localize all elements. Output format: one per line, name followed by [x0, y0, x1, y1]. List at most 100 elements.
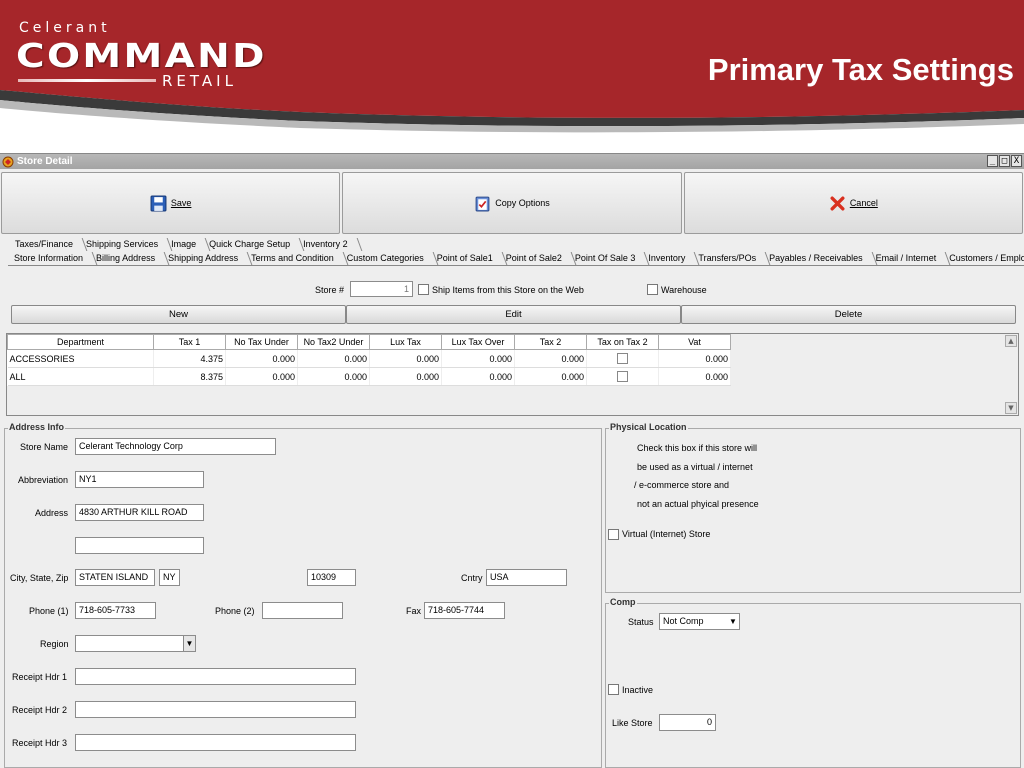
col-no-tax2-under[interactable]: No Tax2 Under — [297, 334, 370, 350]
tax-table-header: Department Tax 1 No Tax Under No Tax2 Un… — [7, 334, 731, 350]
cell-lux-tax[interactable]: 0.000 — [369, 349, 442, 368]
new-button[interactable]: New — [11, 305, 346, 324]
tab-point-of-sale3[interactable]: Point Of Sale 3 — [570, 252, 644, 265]
receipt-hdr1-field[interactable] — [75, 668, 356, 685]
tab-taxes-finance[interactable]: Taxes/Finance — [10, 238, 81, 251]
store-name-field[interactable]: Celerant Technology Corp — [75, 438, 276, 455]
like-store-label: Like Store — [612, 718, 653, 728]
region-label: Region — [40, 639, 69, 649]
cell-vat[interactable]: 0.000 — [658, 349, 731, 368]
cell-lux-tax[interactable]: 0.000 — [369, 367, 442, 386]
scroll-up-button[interactable]: ▲ — [1005, 335, 1017, 347]
phone1-label: Phone (1) — [29, 606, 69, 616]
phone2-field[interactable] — [262, 602, 343, 619]
logo-retail-text: RETAIL — [162, 72, 237, 90]
abbreviation-field[interactable]: NY1 — [75, 471, 204, 488]
save-button[interactable]: Save — [1, 172, 341, 234]
table-row[interactable]: ALL 8.375 0.000 0.000 0.000 0.000 0.000 … — [7, 367, 731, 386]
col-tax1[interactable]: Tax 1 — [153, 334, 226, 350]
receipt-hdr3-field[interactable] — [75, 734, 356, 751]
copy-options-label: Copy Options — [495, 198, 550, 208]
cell-tax1[interactable]: 8.375 — [153, 367, 226, 386]
address-line2-field[interactable] — [75, 537, 204, 554]
cell-tax-on-tax2[interactable] — [586, 349, 659, 368]
comp-title: Comp — [609, 597, 637, 607]
tabs-row-upper: Taxes/Finance Shipping Services Image Qu… — [10, 238, 356, 251]
warehouse-checkbox[interactable] — [647, 284, 658, 295]
col-lux-tax-over[interactable]: Lux Tax Over — [441, 334, 515, 350]
city-state-zip-label: City, State, Zip — [10, 573, 69, 583]
col-no-tax-under[interactable]: No Tax Under — [225, 334, 298, 350]
physical-desc-line3: / e-commerce store and — [634, 480, 730, 490]
cell-no-tax-under[interactable]: 0.000 — [225, 367, 298, 386]
copy-options-button[interactable]: Copy Options — [342, 172, 682, 234]
tab-shipping-address[interactable]: Shipping Address — [163, 252, 246, 265]
phone1-field[interactable]: 718-605-7733 — [75, 602, 156, 619]
city-field[interactable]: STATEN ISLAND — [75, 569, 155, 586]
table-row[interactable]: ACCESSORIES 4.375 0.000 0.000 0.000 0.00… — [7, 349, 731, 368]
cell-no-tax2-under[interactable]: 0.000 — [297, 367, 370, 386]
ship-from-web-checkbox[interactable] — [418, 284, 429, 295]
tab-email-internet[interactable]: Email / Internet — [871, 252, 945, 265]
cell-tax2[interactable]: 0.000 — [514, 349, 587, 368]
window-titlebar[interactable]: Store Detail _ □ X — [0, 154, 1024, 169]
tab-shipping-services[interactable]: Shipping Services — [81, 238, 166, 251]
like-store-field[interactable]: 0 — [659, 714, 716, 731]
delete-button[interactable]: Delete — [681, 305, 1016, 324]
tab-terms-and-condition[interactable]: Terms and Condition — [246, 252, 342, 265]
col-lux-tax[interactable]: Lux Tax — [369, 334, 442, 350]
col-tax2[interactable]: Tax 2 — [514, 334, 587, 350]
tab-point-of-sale1[interactable]: Point of Sale1 — [432, 252, 501, 265]
address-line1-field[interactable]: 4830 ARTHUR KILL ROAD — [75, 504, 204, 521]
cell-lux-tax-over[interactable]: 0.000 — [441, 349, 515, 368]
minimize-button[interactable]: _ — [987, 155, 998, 167]
logo-underline — [18, 79, 156, 82]
physical-desc-line2: be used as a virtual / internet — [637, 462, 753, 472]
tab-billing-address[interactable]: Billing Address — [91, 252, 163, 265]
cell-no-tax-under[interactable]: 0.000 — [225, 349, 298, 368]
region-select[interactable]: ▼ — [75, 635, 196, 652]
cell-tax1[interactable]: 4.375 — [153, 349, 226, 368]
tab-quick-charge-setup[interactable]: Quick Charge Setup — [204, 238, 298, 251]
virtual-store-checkbox[interactable] — [608, 529, 619, 540]
command-retail-logo: Celerant COMMAND RETAIL — [16, 20, 286, 95]
col-department[interactable]: Department — [7, 334, 154, 350]
chevron-down-icon[interactable]: ▼ — [183, 636, 195, 651]
tab-point-of-sale2[interactable]: Point of Sale2 — [501, 252, 570, 265]
chevron-down-icon[interactable]: ▼ — [727, 614, 739, 629]
cell-lux-tax-over[interactable]: 0.000 — [441, 367, 515, 386]
tab-image[interactable]: Image — [166, 238, 204, 251]
tab-payables-receivables[interactable]: Payables / Receivables — [764, 252, 871, 265]
state-field[interactable]: NY — [159, 569, 180, 586]
country-field[interactable]: USA — [486, 569, 567, 586]
col-vat[interactable]: Vat — [658, 334, 731, 350]
close-button[interactable]: X — [1011, 155, 1022, 167]
tab-store-information[interactable]: Store Information — [12, 252, 91, 265]
receipt-hdr2-field[interactable] — [75, 701, 356, 718]
virtual-store-label: Virtual (Internet) Store — [622, 529, 711, 539]
tax-on-tax2-checkbox[interactable] — [617, 371, 628, 383]
tab-inventory-2[interactable]: Inventory 2 — [298, 238, 356, 251]
store-number-field[interactable]: 1 — [350, 281, 413, 297]
cell-tax-on-tax2[interactable] — [586, 367, 659, 386]
status-select[interactable]: Not Comp ▼ — [659, 613, 740, 630]
cell-no-tax2-under[interactable]: 0.000 — [297, 349, 370, 368]
cell-tax2[interactable]: 0.000 — [514, 367, 587, 386]
cell-department[interactable]: ACCESSORIES — [7, 349, 154, 368]
fax-field[interactable]: 718-605-7744 — [424, 602, 505, 619]
tab-customers-employees[interactable]: Customers / Employees — [944, 252, 1024, 265]
col-tax-on-tax2[interactable]: Tax on Tax 2 — [586, 334, 659, 350]
logo-command-text: COMMAND — [16, 36, 267, 75]
edit-button[interactable]: Edit — [346, 305, 681, 324]
cancel-button[interactable]: Cancel — [683, 172, 1023, 234]
tab-inventory[interactable]: Inventory — [643, 252, 693, 265]
tax-on-tax2-checkbox[interactable] — [617, 353, 628, 365]
inactive-checkbox[interactable] — [608, 684, 619, 695]
tab-custom-categories[interactable]: Custom Categories — [342, 252, 432, 265]
cell-vat[interactable]: 0.000 — [658, 367, 731, 386]
tab-transfers-pos[interactable]: Transfers/POs — [693, 252, 764, 265]
cell-department[interactable]: ALL — [7, 367, 154, 386]
scroll-down-button[interactable]: ▼ — [1005, 402, 1017, 414]
maximize-button[interactable]: □ — [999, 155, 1010, 167]
zip-field[interactable]: 10309 — [307, 569, 356, 586]
